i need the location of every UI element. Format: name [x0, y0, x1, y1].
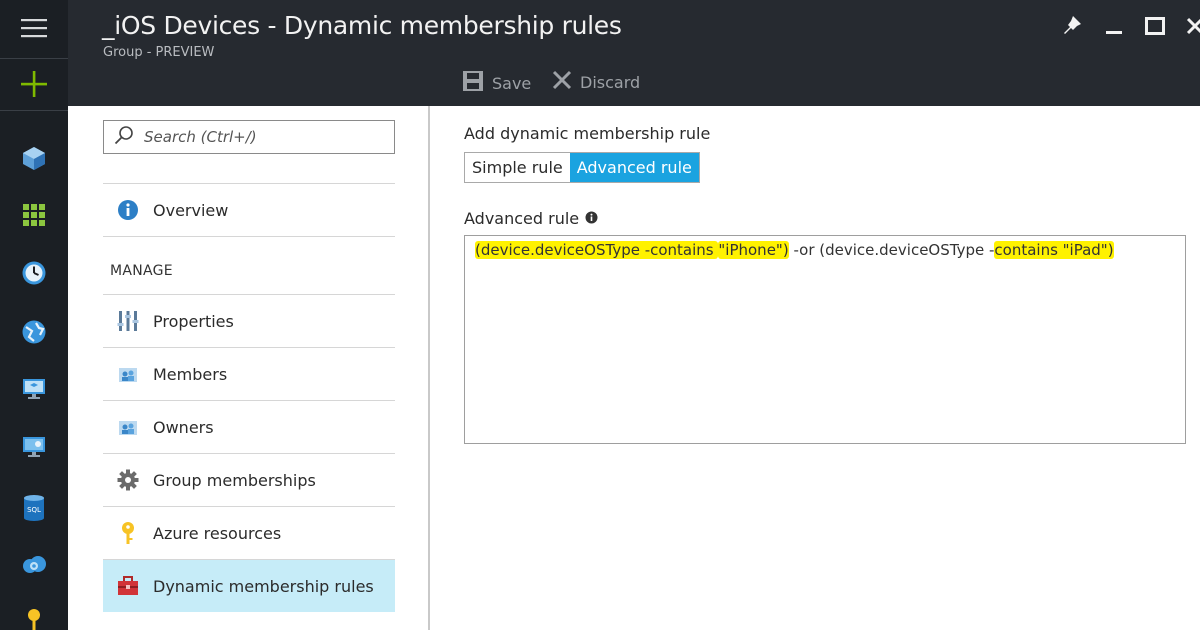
page-subtitle: Group - PREVIEW	[103, 45, 215, 60]
nav-item-label: Members	[153, 364, 228, 384]
svg-text:SQL: SQL	[27, 506, 41, 514]
nav-item-properties[interactable]: Properties	[103, 295, 395, 347]
rule-editor: Add dynamic membership rule Simple rule …	[432, 106, 1200, 630]
search-box[interactable]	[103, 120, 395, 154]
hamburger-icon[interactable]	[0, 4, 68, 52]
discard-button[interactable]: Discard	[552, 70, 640, 94]
clock-icon[interactable]	[0, 249, 68, 297]
search-input[interactable]	[144, 128, 384, 146]
tab-simple-rule[interactable]: Simple rule	[465, 153, 570, 182]
nav-item-overview[interactable]: Overview	[103, 184, 395, 236]
close-icon[interactable]	[1179, 10, 1200, 42]
nav-item-owners[interactable]: Owners	[103, 401, 395, 453]
rule-text-part: contains "iPad")	[994, 241, 1114, 259]
info-icon	[117, 199, 139, 221]
toolbox-icon	[117, 575, 139, 597]
nav-item-label: Owners	[153, 417, 214, 437]
pin-icon[interactable]	[1056, 10, 1088, 42]
users-icon	[117, 363, 139, 385]
sliders-icon	[117, 310, 139, 332]
resource-menu: Overview MANAGE Properties Members Owner…	[68, 106, 430, 630]
nav-item-label: Properties	[153, 311, 234, 331]
rule-text-part: -or (device.deviceOSType -	[788, 241, 995, 259]
search-icon	[114, 125, 134, 149]
nav-item-label: Azure resources	[153, 523, 282, 543]
plus-icon[interactable]	[0, 60, 68, 108]
rule-text-part: (device.deviceOSType -contains	[475, 241, 719, 259]
nav-item-label: Group memberships	[153, 470, 316, 490]
nav-item-label: Overview	[153, 200, 229, 220]
tab-advanced-rule[interactable]: Advanced rule	[569, 153, 699, 182]
maximize-icon[interactable]	[1139, 10, 1171, 42]
gear-icon	[117, 469, 139, 491]
info-icon[interactable]	[585, 209, 598, 228]
blade-header: _iOS Devices - Dynamic membership rules …	[68, 0, 1200, 106]
nav-item-label: Dynamic membership rules	[153, 576, 374, 596]
page-title: _iOS Devices - Dynamic membership rules	[102, 11, 622, 40]
rule-text-part: "iPhone")	[718, 241, 789, 259]
sql-icon[interactable]: SQL	[0, 484, 68, 532]
icon-rail: SQL	[0, 0, 68, 630]
monitor-icon[interactable]	[0, 365, 68, 413]
owners-icon	[117, 416, 139, 438]
save-icon	[462, 70, 484, 96]
grid-icon[interactable]	[0, 191, 68, 239]
globe-icon[interactable]	[0, 308, 68, 356]
cube-icon[interactable]	[0, 134, 68, 182]
save-button[interactable]: Save	[462, 70, 531, 96]
key-icon	[117, 522, 139, 544]
nav-item-members[interactable]: Members	[103, 348, 395, 400]
discard-label: Discard	[580, 72, 641, 92]
nav-item-dynamic-membership-rules[interactable]: Dynamic membership rules	[103, 560, 395, 612]
rule-type-toggle: Simple rule Advanced rule	[464, 152, 700, 183]
advanced-rule-heading: Advanced rule	[464, 209, 598, 228]
minimize-icon[interactable]	[1098, 10, 1130, 42]
nav-item-group-memberships[interactable]: Group memberships	[103, 454, 395, 506]
add-rule-label: Add dynamic membership rule	[464, 124, 711, 143]
nav-item-azure-resources[interactable]: Azure resources	[103, 507, 395, 559]
discard-icon	[552, 70, 572, 94]
advanced-rule-label: Advanced rule	[464, 209, 580, 228]
save-label: Save	[492, 73, 532, 93]
section-header-manage: MANAGE	[110, 263, 173, 279]
advanced-rule-textarea[interactable]: (device.deviceOSType -contains "iPhone")…	[464, 235, 1186, 444]
key-icon[interactable]	[0, 596, 68, 630]
cloud-gear-icon[interactable]	[0, 541, 68, 589]
vm-icon[interactable]	[0, 423, 68, 471]
